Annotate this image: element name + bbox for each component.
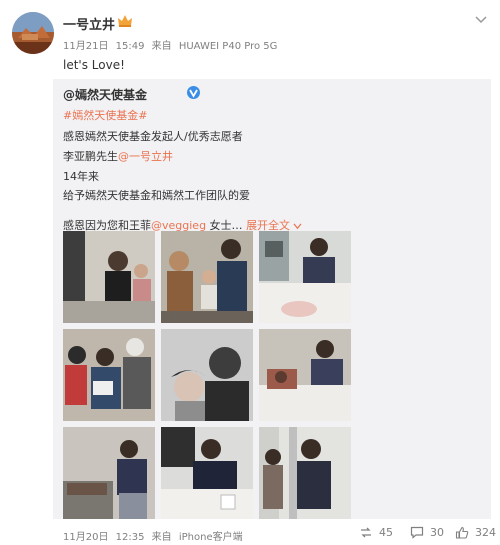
post-source[interactable]: HUAWEI P40 Pro 5G	[179, 41, 278, 52]
comment-icon	[410, 526, 424, 539]
username[interactable]: 一号立井	[63, 14, 115, 33]
post-menu-chevron-icon[interactable]	[474, 15, 488, 25]
photo-1[interactable]	[63, 231, 155, 323]
post-time[interactable]: 15:49	[116, 41, 145, 52]
thumbs-up-icon	[455, 526, 469, 539]
photo-8[interactable]	[161, 427, 253, 519]
repost-time[interactable]: 12:35	[116, 532, 145, 543]
repost-meta: 11月20日 12:35 来自 iPhone客户端	[63, 528, 247, 543]
post-text: let's Love!	[63, 58, 125, 72]
photo-grid	[63, 231, 353, 521]
repost-box[interactable]: @嫣然天使基金 #嫣然天使基金# 感恩嫣然天使基金发起人/优秀志愿者 李亚鹏先生…	[53, 79, 491, 519]
post-meta: 11月21日 15:49 来自 HUAWEI P40 Pro 5G	[63, 37, 281, 52]
repost-line2-prefix: 李亚鹏先生	[63, 150, 118, 163]
photo-6[interactable]	[259, 329, 351, 421]
repost-source[interactable]: iPhone客户端	[179, 532, 243, 543]
weibo-post: 一号立井 11月21日 15:49 来自 HUAWEI P40 Pro 5G l…	[0, 0, 500, 545]
photo-9[interactable]	[259, 427, 351, 519]
verified-v-icon	[187, 86, 200, 99]
photo-2[interactable]	[161, 231, 253, 323]
like-action-button[interactable]: 324	[455, 526, 496, 539]
post-source-prefix: 来自	[151, 41, 172, 52]
vip-crown-icon	[118, 15, 132, 27]
repost-line3: 14年来	[63, 170, 99, 183]
comment-count: 30	[430, 526, 444, 539]
repost-date: 11月20日	[63, 532, 109, 543]
like-count: 324	[475, 526, 496, 539]
repost-action-button[interactable]: 45	[359, 526, 393, 539]
repost-line2: 李亚鹏先生@一号立井	[63, 148, 173, 164]
repost-line4: 给予嫣然天使基金和嫣然工作团队的爱	[63, 189, 250, 202]
photo-3[interactable]	[259, 231, 351, 323]
photo-7[interactable]	[63, 427, 155, 519]
repost-source-prefix: 来自	[151, 532, 172, 543]
repost-line1: 感恩嫣然天使基金发起人/优秀志愿者	[63, 130, 243, 143]
chevron-down-icon	[293, 222, 302, 229]
photo-4[interactable]	[63, 329, 155, 421]
photo-5[interactable]	[161, 329, 253, 421]
repost-topic[interactable]: #嫣然天使基金#	[63, 107, 147, 123]
repost-count: 45	[379, 526, 393, 539]
comment-action-button[interactable]: 30	[410, 526, 444, 539]
avatar[interactable]	[12, 12, 54, 54]
repost-author[interactable]: @嫣然天使基金	[63, 86, 147, 103]
repost-icon	[361, 527, 371, 538]
post-date: 11月21日	[63, 41, 109, 52]
repost-mention-user[interactable]: @一号立井	[118, 150, 173, 163]
